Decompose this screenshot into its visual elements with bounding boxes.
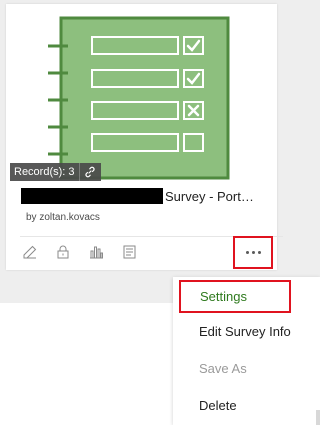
link-icon[interactable]	[78, 163, 101, 181]
record-count-label: Record(s): 3	[14, 166, 75, 178]
card-actions	[22, 244, 137, 260]
survey-owner: by zoltan.kovacs	[26, 212, 100, 223]
survey-title[interactable]: Survey - Port…	[21, 188, 254, 204]
card-options-menu: Settings Edit Survey Info Save As Delete	[173, 277, 320, 425]
record-count-badge: Record(s): 3	[10, 163, 101, 181]
lock-icon[interactable]	[55, 244, 71, 260]
form-icon[interactable]	[121, 244, 137, 260]
survey-thumbnail[interactable]	[12, 9, 272, 182]
survey-title-text: Survey - Port…	[165, 188, 254, 204]
edit-icon[interactable]	[22, 244, 38, 260]
survey-gallery-page: Record(s): 3 Survey - Port… by zoltan.ko…	[0, 0, 320, 425]
menu-item-save-as: Save As	[199, 360, 247, 376]
ellipsis-icon	[245, 251, 249, 254]
menu-item-delete[interactable]: Delete	[173, 388, 320, 422]
scrollbar[interactable]	[316, 410, 320, 425]
survey-card[interactable]: Record(s): 3 Survey - Port… by zoltan.ko…	[6, 4, 283, 270]
chart-icon[interactable]	[88, 244, 104, 260]
menu-item-settings[interactable]: Settings	[179, 280, 291, 313]
more-options-button[interactable]	[233, 236, 273, 269]
redacted-title-block	[21, 188, 163, 204]
menu-item-edit-survey-info[interactable]: Edit Survey Info	[173, 314, 320, 348]
